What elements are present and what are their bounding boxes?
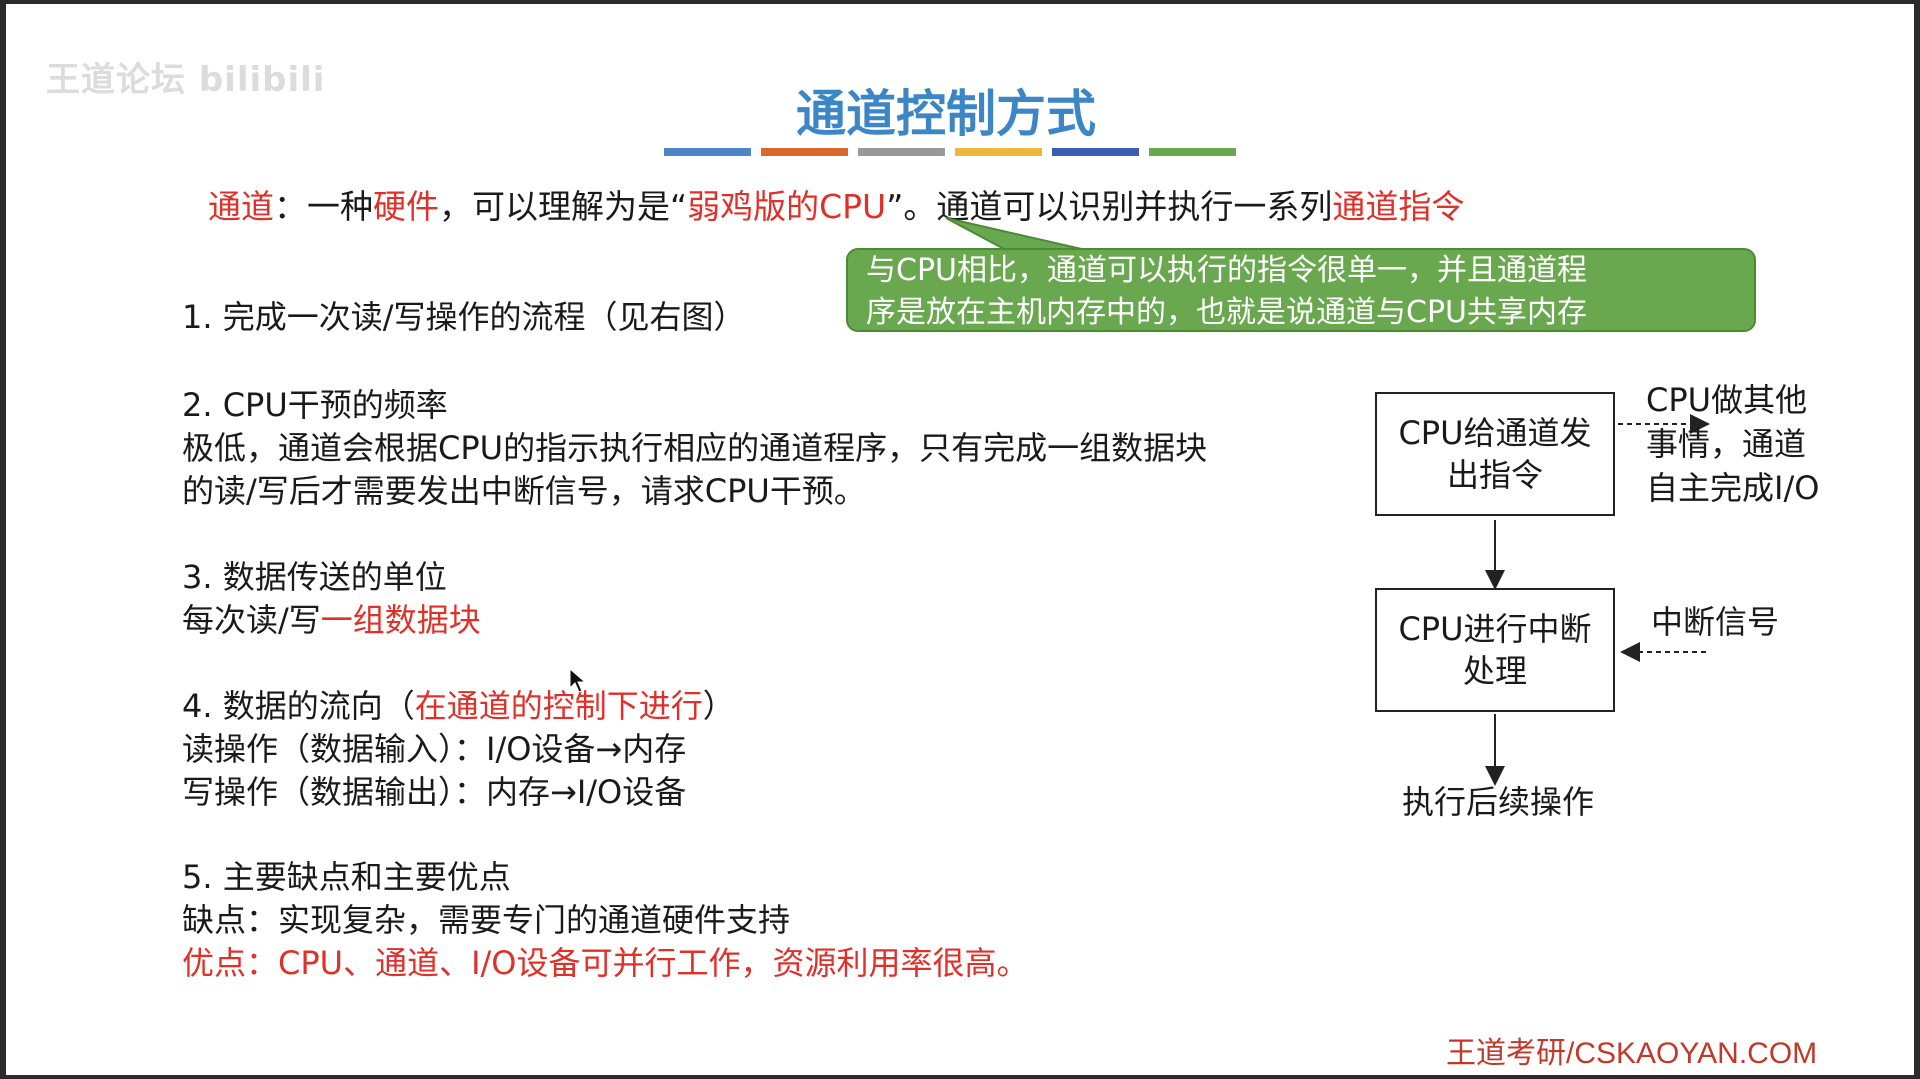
mouse-cursor-icon xyxy=(569,668,587,693)
slide: 王道论坛 bilibili 通道控制方式 通道：一种硬件，可以理解为是“弱鸡版的… xyxy=(6,4,1914,1075)
side-note-interrupt-signal: 中断信号 xyxy=(1651,603,1780,641)
flow-end-label: 执行后续操作 xyxy=(1402,783,1595,821)
flow-box-send-instruction: CPU给通道发出指令 xyxy=(1375,392,1615,516)
side-note-line: 事情，通道 xyxy=(1646,425,1807,463)
flow-diagram-arrows xyxy=(1485,414,1710,786)
side-note-cpu-other: CPU做其他 事情，通道 自主完成I/O xyxy=(1646,378,1819,510)
flow-box-interrupt-handling: CPU进行中断处理 xyxy=(1375,588,1615,712)
side-note-line: CPU做其他 xyxy=(1646,381,1808,419)
footer-brand: 王道考研/CSKAOYAN.COM xyxy=(1446,1037,1818,1070)
side-note-line: 自主完成I/O xyxy=(1646,469,1820,507)
